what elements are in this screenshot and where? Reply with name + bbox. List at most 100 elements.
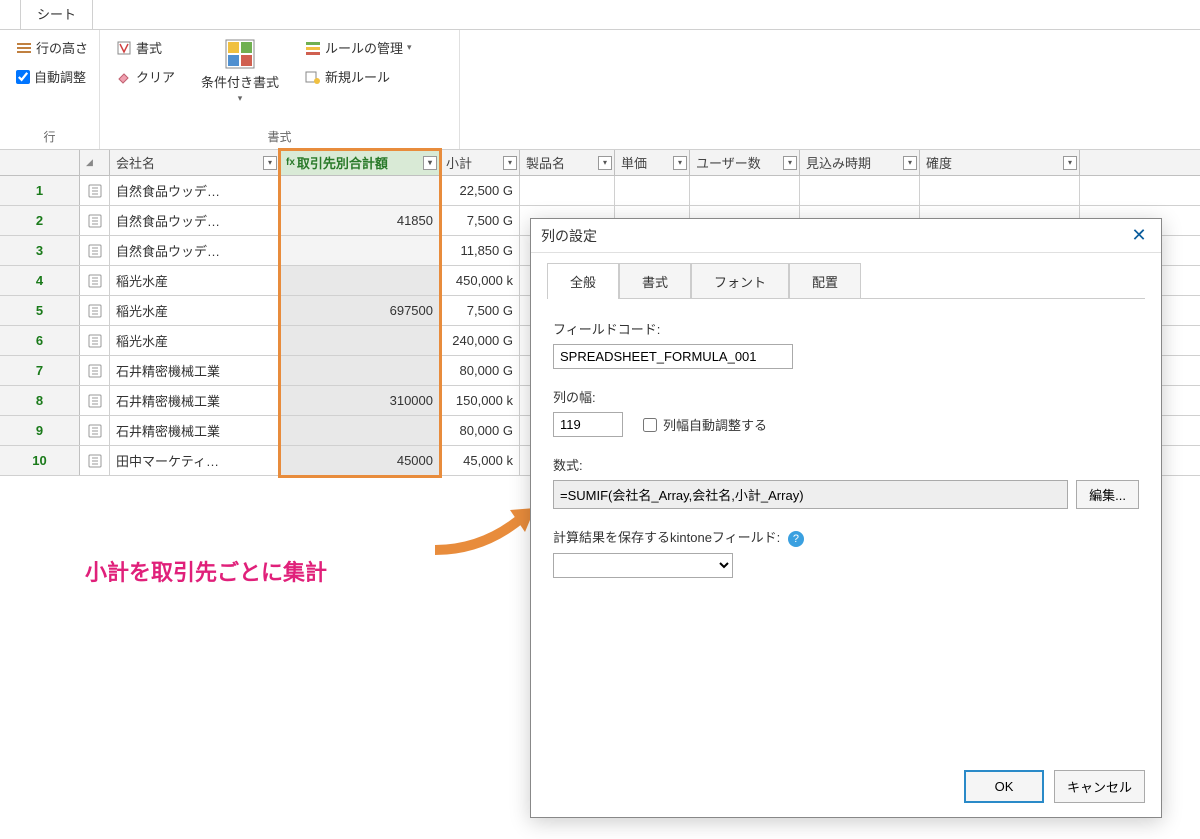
field-code-input[interactable] <box>553 344 793 369</box>
save-field-label-text: 計算結果を保存するkintoneフィールド: <box>553 530 780 545</box>
tab-format[interactable]: 書式 <box>619 263 691 299</box>
row-number[interactable]: 9 <box>0 416 80 445</box>
col-width-input[interactable] <box>553 412 623 437</box>
cell-subtotal[interactable]: 450,000 k <box>440 266 520 295</box>
row-height-button[interactable]: 行の高さ <box>12 36 92 59</box>
col-product[interactable]: 製品名▾ <box>520 150 615 175</box>
manage-rules-button[interactable]: ルールの管理 ▾ <box>301 36 416 59</box>
cell-company[interactable]: 石井精密機械工業 <box>110 356 280 385</box>
cell-total[interactable]: 697500 <box>280 296 440 325</box>
cell-unitprice[interactable] <box>615 176 690 205</box>
row-number[interactable]: 3 <box>0 236 80 265</box>
cell-confidence[interactable] <box>920 176 1080 205</box>
cell-expected[interactable] <box>800 176 920 205</box>
row-number[interactable]: 10 <box>0 446 80 475</box>
cell-company[interactable]: 自然食品ウッデ… <box>110 236 280 265</box>
row-number[interactable]: 4 <box>0 266 80 295</box>
row-number[interactable]: 5 <box>0 296 80 325</box>
col-expected[interactable]: 見込み時期▾ <box>800 150 920 175</box>
cell-total[interactable] <box>280 266 440 295</box>
help-icon[interactable]: ? <box>788 531 804 547</box>
save-field-select[interactable] <box>553 553 733 578</box>
cell-total[interactable] <box>280 326 440 355</box>
tab-font[interactable]: フォント <box>691 263 789 299</box>
close-icon[interactable]: ✕ <box>1127 224 1151 248</box>
record-icon[interactable] <box>80 266 110 295</box>
filter-dropdown-icon[interactable]: ▾ <box>1063 156 1077 170</box>
filter-dropdown-icon[interactable]: ▾ <box>503 156 517 170</box>
dialog-titlebar[interactable]: 列の設定 ✕ <box>531 219 1161 253</box>
filter-dropdown-icon[interactable]: ▾ <box>423 156 437 170</box>
col-confidence[interactable]: 確度▾ <box>920 150 1080 175</box>
tab-align[interactable]: 配置 <box>789 263 861 299</box>
record-icon[interactable] <box>80 416 110 445</box>
row-number[interactable]: 1 <box>0 176 80 205</box>
cell-product[interactable] <box>520 176 615 205</box>
cell-company[interactable]: 自然食品ウッデ… <box>110 176 280 205</box>
formula-input[interactable] <box>553 480 1068 509</box>
cell-subtotal[interactable]: 80,000 G <box>440 416 520 445</box>
cell-company[interactable]: 石井精密機械工業 <box>110 386 280 415</box>
record-icon[interactable] <box>80 356 110 385</box>
conditional-format-button[interactable]: 条件付き書式 ▾ <box>197 36 283 106</box>
rowhead-corner[interactable] <box>0 150 80 175</box>
cell-subtotal[interactable]: 240,000 G <box>440 326 520 355</box>
cell-subtotal[interactable]: 45,000 k <box>440 446 520 475</box>
cell-total[interactable]: 41850 <box>280 206 440 235</box>
filter-dropdown-icon[interactable]: ▾ <box>673 156 687 170</box>
record-icon[interactable] <box>80 386 110 415</box>
cell-subtotal[interactable]: 80,000 G <box>440 356 520 385</box>
cell-company[interactable]: 稲光水産 <box>110 326 280 355</box>
col-unitprice[interactable]: 単価▾ <box>615 150 690 175</box>
record-icon[interactable] <box>80 176 110 205</box>
col-icon[interactable]: ◢ <box>80 150 110 175</box>
record-icon[interactable] <box>80 326 110 355</box>
cell-company[interactable]: 石井精密機械工業 <box>110 416 280 445</box>
filter-dropdown-icon[interactable]: ▾ <box>903 156 917 170</box>
filter-dropdown-icon[interactable]: ▾ <box>263 156 277 170</box>
sheet-tab[interactable]: シート <box>20 0 93 29</box>
cell-subtotal[interactable]: 7,500 G <box>440 206 520 235</box>
cancel-button[interactable]: キャンセル <box>1054 770 1145 803</box>
cell-total[interactable] <box>280 356 440 385</box>
cell-subtotal[interactable]: 11,850 G <box>440 236 520 265</box>
row-number[interactable]: 6 <box>0 326 80 355</box>
cell-company[interactable]: 稲光水産 <box>110 296 280 325</box>
autofit-checkbox[interactable] <box>16 70 30 84</box>
col-total-by-client[interactable]: fx取引先別合計額▾ <box>280 150 440 175</box>
autofit-check[interactable]: 自動調整 <box>12 65 92 88</box>
col-users[interactable]: ユーザー数▾ <box>690 150 800 175</box>
cell-company[interactable]: 田中マーケティ… <box>110 446 280 475</box>
format-button[interactable]: 書式 <box>112 36 179 59</box>
autofit-col-checkbox[interactable] <box>643 418 657 432</box>
cell-company[interactable]: 自然食品ウッデ… <box>110 206 280 235</box>
ok-button[interactable]: OK <box>964 770 1044 803</box>
row-number[interactable]: 2 <box>0 206 80 235</box>
cell-subtotal[interactable]: 150,000 k <box>440 386 520 415</box>
cell-company[interactable]: 稲光水産 <box>110 266 280 295</box>
clear-button[interactable]: クリア <box>112 65 179 88</box>
edit-formula-button[interactable]: 編集... <box>1076 480 1139 509</box>
filter-dropdown-icon[interactable]: ▾ <box>598 156 612 170</box>
cell-total[interactable] <box>280 236 440 265</box>
record-icon[interactable] <box>80 296 110 325</box>
row-number[interactable]: 8 <box>0 386 80 415</box>
row-number[interactable]: 7 <box>0 356 80 385</box>
table-row[interactable]: 1 自然食品ウッデ… 22,500 G <box>0 176 1200 206</box>
cell-total[interactable]: 45000 <box>280 446 440 475</box>
tab-general[interactable]: 全般 <box>547 263 619 299</box>
new-rule-button[interactable]: 新規ルール <box>301 65 416 88</box>
cell-users[interactable] <box>690 176 800 205</box>
record-icon[interactable] <box>80 206 110 235</box>
cell-subtotal[interactable]: 7,500 G <box>440 296 520 325</box>
record-icon[interactable] <box>80 446 110 475</box>
cell-subtotal[interactable]: 22,500 G <box>440 176 520 205</box>
cell-total[interactable]: 310000 <box>280 386 440 415</box>
col-subtotal[interactable]: 小計▾ <box>440 150 520 175</box>
cell-total[interactable] <box>280 176 440 205</box>
filter-dropdown-icon[interactable]: ▾ <box>783 156 797 170</box>
col-company[interactable]: 会社名▾ <box>110 150 280 175</box>
cell-total[interactable] <box>280 416 440 445</box>
autofit-col-check[interactable]: 列幅自動調整する <box>643 415 767 434</box>
record-icon[interactable] <box>80 236 110 265</box>
